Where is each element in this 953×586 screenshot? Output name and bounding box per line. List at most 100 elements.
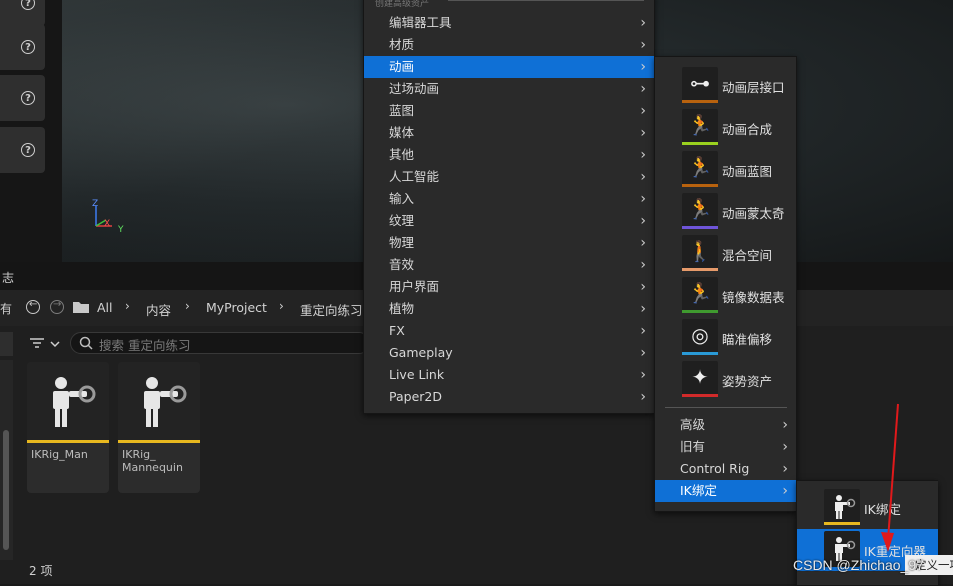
breadcrumb-content[interactable]: 内容 <box>146 300 171 319</box>
menu-item-label: Control Rig <box>680 461 750 476</box>
menu-item-category[interactable]: Control Rig › <box>655 458 796 480</box>
menu-item-asset[interactable]: 🏃 镜像数据表 <box>655 275 796 317</box>
sources-panel-edge <box>0 332 13 356</box>
menu-item-label: 用户界面 <box>389 279 440 294</box>
asset-tile[interactable]: IKRig_Man <box>27 362 109 493</box>
menu-item-label: 纹理 <box>389 213 415 228</box>
anim-blueprint-icon: 🏃 <box>682 151 718 187</box>
menu-item[interactable]: 人工智能 › <box>364 166 654 188</box>
menu-item-label: 过场动画 <box>389 81 440 96</box>
menu-item-category[interactable]: IK绑定 › <box>655 480 796 502</box>
chevron-right-icon: › <box>640 257 646 273</box>
chevron-right-icon: › <box>640 147 646 163</box>
toolbar-fragment: 有 <box>0 302 13 316</box>
menu-item[interactable]: 动画 › <box>364 56 654 78</box>
scrollbar-thumb[interactable] <box>3 430 9 550</box>
menu-section-header: 创建高级资产 <box>375 0 430 9</box>
viewport-left-toolbar: ? ? ? ? <box>0 0 62 262</box>
chevron-right-icon: › <box>640 169 646 185</box>
axis-y-label: Y <box>118 225 124 235</box>
menu-item-ik-rig[interactable]: IK绑定 <box>797 487 938 529</box>
asset-name: IKRig_Man <box>31 448 88 461</box>
help-button[interactable]: ? <box>0 0 45 26</box>
menu-item[interactable]: 音效 › <box>364 254 654 276</box>
asset-thumbnail <box>27 362 109 440</box>
menu-item-asset[interactable]: 🏃 动画蒙太奇 <box>655 191 796 233</box>
filter-button[interactable] <box>30 337 62 351</box>
asset-thumbnail <box>118 362 200 440</box>
menu-item[interactable]: 物理 › <box>364 232 654 254</box>
question-icon: ? <box>21 91 35 105</box>
chevron-right-icon: › <box>640 59 646 75</box>
menu-divider <box>665 407 787 408</box>
menu-item-asset[interactable]: 🏃 动画合成 <box>655 107 796 149</box>
menu-item[interactable]: 其他 › <box>364 144 654 166</box>
chevron-right-icon: › <box>640 301 646 317</box>
back-arrow-icon: ← <box>29 299 38 310</box>
chevron-right-icon: › <box>640 235 646 251</box>
menu-item[interactable]: 用户界面 › <box>364 276 654 298</box>
annotation-arrow <box>881 403 899 552</box>
menu-item[interactable]: 编辑器工具 › <box>364 12 654 34</box>
chevron-right-icon: › <box>640 191 646 207</box>
menu-item-label: 动画 <box>389 59 415 74</box>
menu-item[interactable]: 过场动画 › <box>364 78 654 100</box>
help-button[interactable]: ? <box>0 127 45 173</box>
menu-item-label: 输入 <box>389 191 415 206</box>
menu-item-category[interactable]: 旧有 › <box>655 436 796 458</box>
breadcrumb-separator-icon: › <box>185 299 190 313</box>
panel-title-fragment: 志 <box>2 271 15 285</box>
menu-item-label: Live Link <box>389 367 445 382</box>
breadcrumb-separator-icon: › <box>125 299 130 313</box>
create-asset-menu: 创建高级资产 编辑器工具 › 材质 › 动画 › 过场动画 › 蓝图 › 媒体 › 其他 › 人工智能 › 输入… <box>363 0 655 414</box>
chevron-right-icon: › <box>782 417 788 433</box>
menu-item-label: 瞄准偏移 <box>722 332 773 347</box>
menu-item-label: 物理 <box>389 235 415 250</box>
menu-item[interactable]: 蓝图 › <box>364 100 654 122</box>
menu-item-category[interactable]: 高级 › <box>655 414 796 436</box>
menu-item[interactable]: Gameplay › <box>364 342 654 364</box>
question-icon: ? <box>21 143 35 157</box>
menu-item[interactable]: 植物 › <box>364 298 654 320</box>
asset-name: IKRig_ Mannequin <box>122 448 183 474</box>
chevron-right-icon: › <box>640 213 646 229</box>
chevron-right-icon: › <box>782 483 788 499</box>
menu-item-label: 音效 <box>389 257 415 272</box>
menu-item-label: 镜像数据表 <box>722 290 785 305</box>
menu-item-label: IK绑定 <box>680 483 717 498</box>
menu-item-asset[interactable]: ✦ 姿势资产 <box>655 359 796 401</box>
axis-x-label: X <box>104 219 111 229</box>
question-icon: ? <box>21 0 35 10</box>
question-icon: ? <box>21 40 35 54</box>
breadcrumb-project[interactable]: MyProject <box>206 300 267 315</box>
folder-icon <box>73 302 89 313</box>
menu-item[interactable]: FX › <box>364 320 654 342</box>
chevron-right-icon: › <box>640 389 646 405</box>
menu-item[interactable]: 输入 › <box>364 188 654 210</box>
menu-item[interactable]: Paper2D › <box>364 386 654 408</box>
menu-item[interactable]: 纹理 › <box>364 210 654 232</box>
help-button[interactable]: ? <box>0 24 45 70</box>
breadcrumb-all[interactable]: All <box>97 300 113 315</box>
chevron-right-icon: › <box>782 439 788 455</box>
menu-item-asset[interactable]: 🚶 混合空间 <box>655 233 796 275</box>
watermark: CSDN @Zhichao_97 <box>793 557 924 573</box>
menu-item-label: 其他 <box>389 147 415 162</box>
menu-item-label: 蓝图 <box>389 103 415 118</box>
pose-asset-icon: ✦ <box>682 361 718 397</box>
help-button[interactable]: ? <box>0 75 45 121</box>
menu-item[interactable]: 材质 › <box>364 34 654 56</box>
menu-item[interactable]: 媒体 › <box>364 122 654 144</box>
ik-rig-icon <box>53 377 96 427</box>
chevron-right-icon: › <box>640 125 646 141</box>
asset-tile[interactable]: IKRig_ Mannequin <box>118 362 200 493</box>
menu-item[interactable]: Live Link › <box>364 364 654 386</box>
chevron-right-icon: › <box>640 103 646 119</box>
menu-item-asset[interactable]: 🏃 动画蓝图 <box>655 149 796 191</box>
animation-submenu: ⊶ 动画层接口 🏃 动画合成 🏃 动画蓝图 🏃 动画蒙太奇 🚶 混合空间 🏃 镜像数据表 ◎ 瞄准偏移 ✦ 姿… <box>654 56 797 512</box>
breadcrumb-folder[interactable]: 重定向练习 <box>300 300 363 319</box>
aim-offset-icon: ◎ <box>682 319 718 355</box>
chevron-right-icon: › <box>640 345 646 361</box>
menu-item-asset[interactable]: ⊶ 动画层接口 <box>655 65 796 107</box>
menu-item-asset[interactable]: ◎ 瞄准偏移 <box>655 317 796 359</box>
